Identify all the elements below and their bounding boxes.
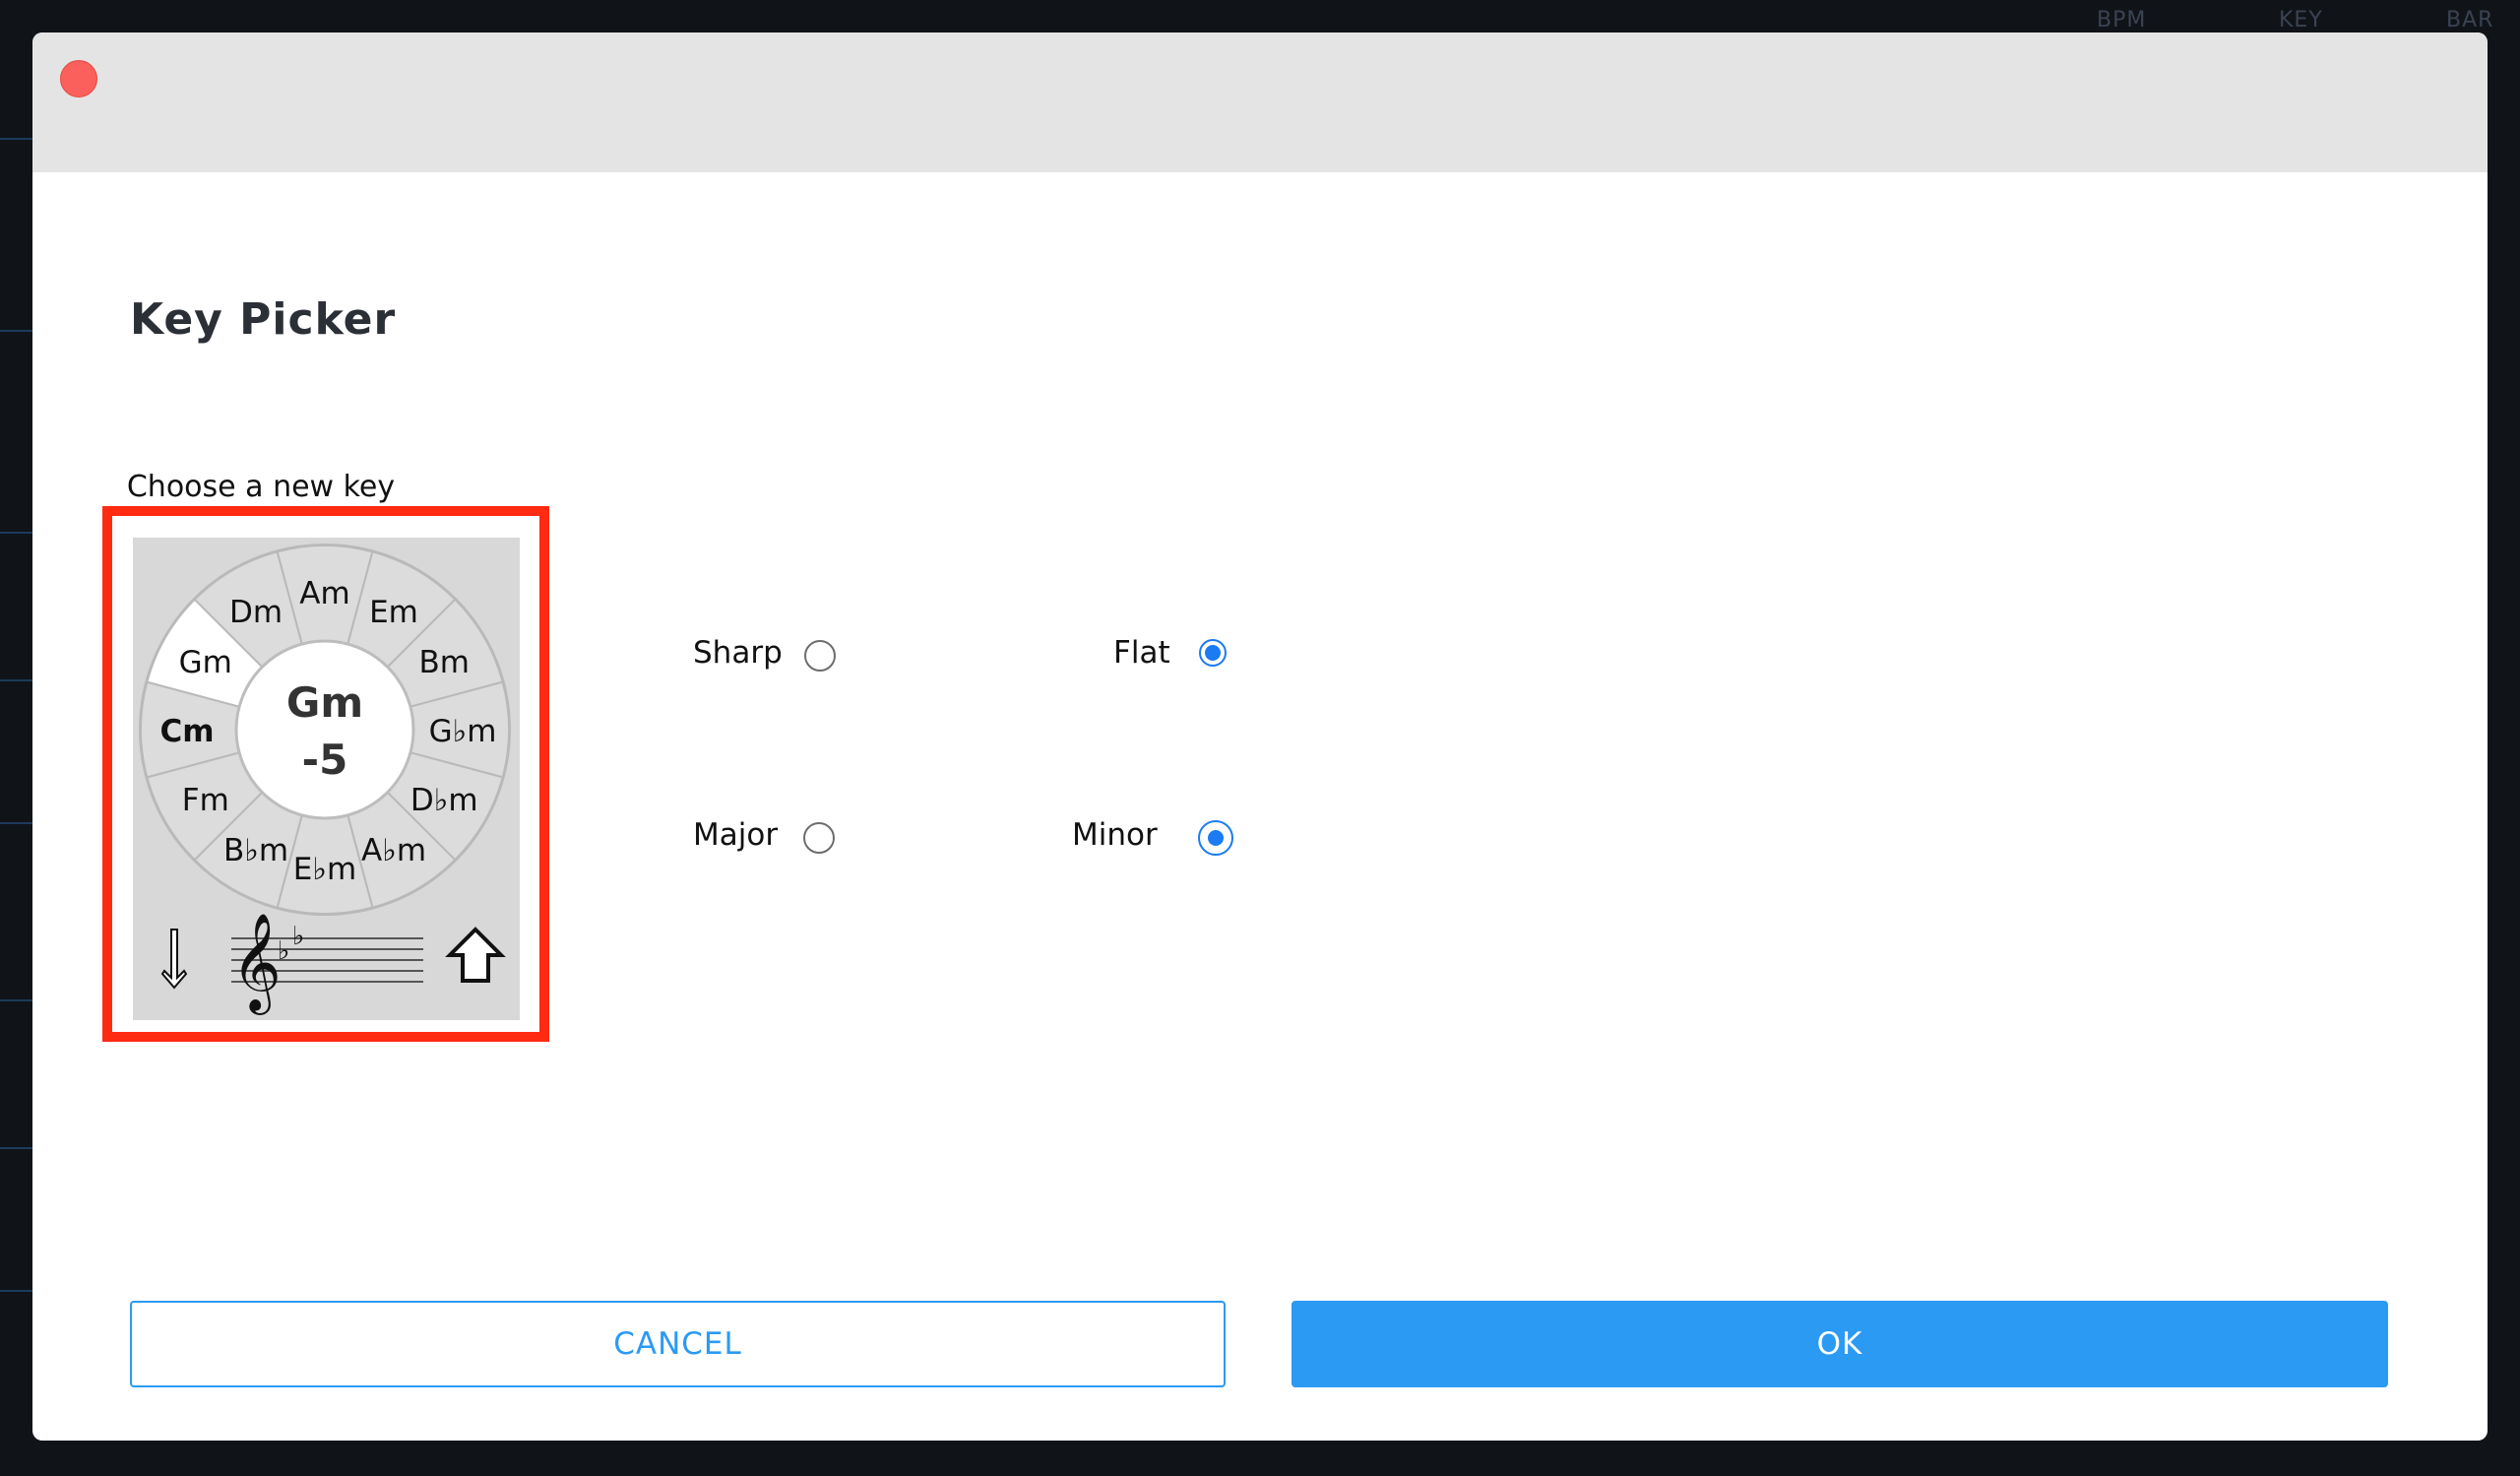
key-label: Em bbox=[369, 595, 418, 630]
center-key-label: Gm bbox=[286, 678, 363, 727]
wheel-caption: Choose a new key bbox=[126, 470, 396, 504]
bg-divider bbox=[0, 999, 33, 1001]
bg-header-key: KEY bbox=[2279, 8, 2323, 32]
bg-divider bbox=[0, 679, 33, 681]
major-label: Major bbox=[693, 817, 779, 853]
bg-divider bbox=[0, 330, 33, 332]
bg-divider bbox=[0, 1147, 33, 1149]
minor-radio[interactable] bbox=[1198, 820, 1233, 856]
bg-divider bbox=[0, 138, 33, 140]
transpose-up-button[interactable] bbox=[445, 922, 506, 991]
center-offset-label: -5 bbox=[302, 736, 348, 784]
transpose-down-button[interactable] bbox=[155, 922, 194, 995]
wheel-center[interactable] bbox=[234, 639, 415, 820]
key-wheel-panel: Am Em Bm G♭m D♭m A♭m E♭m B♭m Fm Cm Gm Dm Gm -5 𝄞 ♭ bbox=[133, 538, 520, 1020]
flat-sign: ♭ bbox=[278, 936, 289, 966]
dialog-title: Key Picker bbox=[130, 294, 397, 345]
sharp-radio[interactable] bbox=[804, 640, 836, 672]
key-picker-dialog: Key Picker Choose a new key Am Em Bm G♭m D♭m… bbox=[32, 32, 2488, 1441]
flat-sign: ♭ bbox=[292, 922, 304, 951]
key-label: B♭m bbox=[223, 833, 288, 868]
dialog-titlebar bbox=[32, 32, 2488, 172]
bg-header-bpm: BPM bbox=[2097, 8, 2147, 32]
key-label: Bm bbox=[419, 645, 470, 680]
close-button[interactable] bbox=[60, 60, 97, 97]
key-label: Fm bbox=[182, 783, 229, 818]
ok-button[interactable]: OK bbox=[1292, 1301, 2388, 1387]
key-label: Am bbox=[299, 576, 349, 611]
key-label: G♭m bbox=[429, 714, 497, 749]
flat-radio[interactable] bbox=[1199, 639, 1227, 667]
staff-key-signature: 𝄞 ♭ ♭ bbox=[231, 913, 423, 1015]
treble-clef-icon: 𝄞 bbox=[231, 913, 282, 1015]
cancel-button[interactable]: CANCEL bbox=[130, 1301, 1226, 1387]
minor-label: Minor bbox=[1072, 817, 1158, 853]
key-label: E♭m bbox=[293, 852, 356, 887]
key-wheel[interactable]: Am EmBm G♭m D♭m A♭mE♭mB♭m Fm Cm Gm Dm Gm -5 𝄞 ♭ bbox=[133, 538, 520, 1020]
key-label: A♭m bbox=[361, 833, 426, 868]
bg-divider bbox=[0, 1290, 33, 1292]
key-wheel-frame: Am Em Bm G♭m D♭m A♭m E♭m B♭m Fm Cm Gm Dm Gm -5 𝄞 ♭ bbox=[102, 506, 549, 1042]
flat-label: Flat bbox=[1113, 635, 1170, 671]
key-label: Cm bbox=[159, 714, 214, 749]
bg-header-bar: BAR bbox=[2446, 8, 2494, 32]
sharp-label: Sharp bbox=[693, 635, 783, 671]
major-radio[interactable] bbox=[803, 822, 835, 854]
bg-divider bbox=[0, 532, 33, 534]
key-label: Dm bbox=[229, 595, 283, 630]
key-label: Gm bbox=[179, 645, 232, 680]
key-label: D♭m bbox=[410, 783, 478, 818]
bg-divider bbox=[0, 822, 33, 824]
